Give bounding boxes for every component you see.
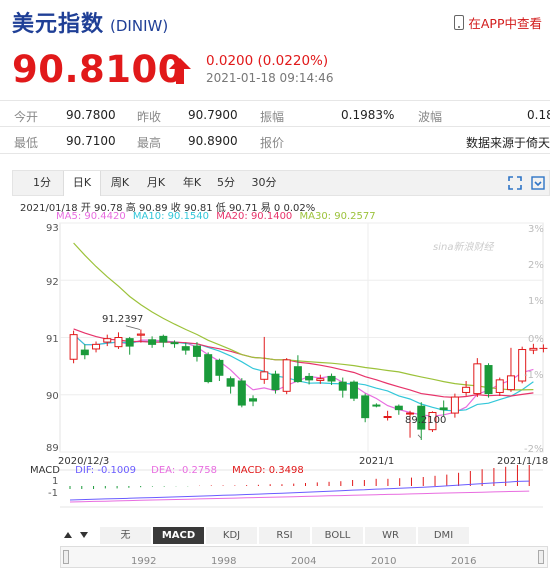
candle-down <box>192 345 201 357</box>
candle-down <box>305 375 314 381</box>
indicator-tab-none[interactable]: 无 <box>100 527 152 544</box>
high-pointer <box>125 325 141 330</box>
candle-up <box>316 378 325 381</box>
range-navigator[interactable]: 1992 1998 2004 2010 2016 <box>60 546 548 568</box>
y-label: 89 <box>46 443 59 454</box>
candle-down <box>226 378 235 387</box>
candle-down <box>484 365 493 395</box>
navigator-left-handle[interactable] <box>63 550 69 564</box>
x-label: 2021/1 <box>359 456 395 467</box>
candle-down <box>327 375 336 382</box>
low-pointer <box>417 434 422 439</box>
candle-up <box>114 337 123 348</box>
candle-up <box>495 379 504 393</box>
macd-legend: MACD DIF: -0.1009 DEA: -0.2758 MACD: 0.3… <box>30 465 316 476</box>
candle-down <box>181 346 190 351</box>
candle-down <box>349 381 358 399</box>
macd-dif-line <box>69 480 530 501</box>
candle-down <box>237 380 246 406</box>
navigator-year: 1998 <box>211 556 237 567</box>
candle-down <box>361 395 370 419</box>
ma5-line <box>73 334 534 417</box>
indicator-tab-wr[interactable]: WR <box>365 527 417 544</box>
candle-up <box>406 412 415 415</box>
candle-up <box>69 334 78 360</box>
candle-down <box>271 373 280 391</box>
sina-watermark: sina新浪财经 <box>433 242 494 253</box>
candle-up <box>506 375 515 391</box>
pct-label: 2% <box>528 260 544 271</box>
indicator-tab-kdj[interactable]: KDJ <box>206 527 258 544</box>
macd-y-label: 1 <box>52 476 59 487</box>
candle-down <box>215 359 224 376</box>
macd-name: MACD <box>30 465 60 476</box>
candle-down <box>80 349 89 356</box>
y-label: 90 <box>46 391 59 402</box>
candle-up <box>529 347 538 351</box>
pct-label: 3% <box>528 224 544 235</box>
macd-y-label: -1 <box>48 488 58 499</box>
y-label: 92 <box>46 277 59 288</box>
ma10-line <box>73 334 534 412</box>
candle-up <box>383 416 392 419</box>
candle-up <box>473 363 482 395</box>
candle-up <box>282 359 291 392</box>
indicator-tabs: 无 MACD KDJ RSI BOLL WR DMI <box>100 527 545 544</box>
indicator-tab-dmi[interactable]: DMI <box>418 527 470 544</box>
indicator-tab-macd[interactable]: MACD <box>153 527 205 544</box>
candle-down <box>148 339 157 345</box>
candle-down <box>394 405 403 411</box>
macd-value: MACD: 0.3498 <box>232 465 304 476</box>
candle-down <box>204 354 213 383</box>
navigator-right-handle[interactable] <box>538 550 544 564</box>
navigator-year: 1992 <box>131 556 157 567</box>
pct-label: 1% <box>528 296 544 307</box>
y-label: 91 <box>46 334 59 345</box>
low-marker-label: 89.2100 <box>405 415 447 426</box>
candle-down <box>293 366 302 383</box>
indicator-tab-boll[interactable]: BOLL <box>312 527 364 544</box>
macd-dea: DEA: -0.2758 <box>151 465 217 476</box>
candle-down <box>439 407 448 411</box>
triangle-down-icon[interactable] <box>78 529 90 541</box>
candle-down <box>125 338 134 347</box>
triangle-up-icon[interactable] <box>62 529 74 541</box>
candle-down <box>338 381 347 391</box>
candle-up <box>103 338 112 343</box>
macd-dif: DIF: -0.1009 <box>75 465 136 476</box>
pct-label: 0% <box>528 334 544 345</box>
candle-down <box>249 398 258 402</box>
y-label: 93 <box>46 223 59 234</box>
pct-label: -1% <box>524 370 544 381</box>
candle-up <box>92 343 101 350</box>
navigator-year: 2004 <box>291 556 317 567</box>
candle-up <box>260 371 269 380</box>
indicator-tab-rsi[interactable]: RSI <box>259 527 311 544</box>
candle-up <box>462 386 471 393</box>
kline-chart[interactable] <box>0 0 550 571</box>
x-label: 2021/1/18 <box>497 456 549 467</box>
candle-down <box>372 404 381 407</box>
navigator-year: 2010 <box>371 556 397 567</box>
high-marker-label: 91.2397 <box>102 314 144 325</box>
candle-up <box>136 333 145 336</box>
navigator-year: 2016 <box>451 556 477 567</box>
candle-down <box>159 335 168 343</box>
candle-up <box>450 396 459 414</box>
candle-down <box>170 342 179 345</box>
pct-label: -2% <box>524 444 544 455</box>
